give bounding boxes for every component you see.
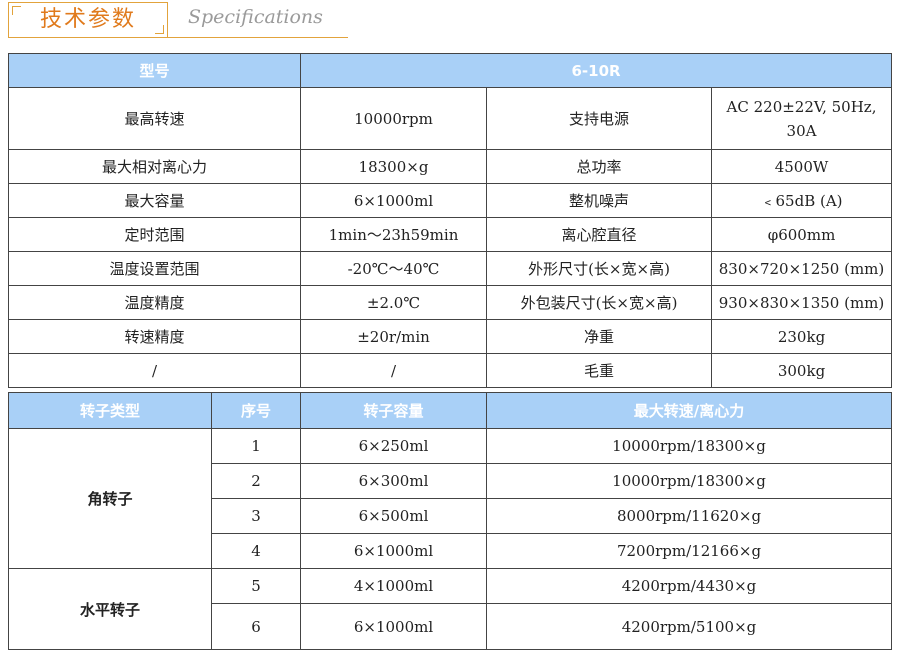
rotor-table: 转子类型 序号 转子容量 最大转速/离心力 角转子 1 6×250ml 1000… [8, 392, 892, 650]
col-header-max-speed: 最大转速/离心力 [486, 392, 892, 429]
rotor-capacity: 6×250ml [300, 428, 487, 464]
rotor-number: 5 [211, 568, 301, 604]
spec-row: 最大容量 6×1000ml 整机噪声 ﹤65dB (A) [8, 183, 893, 218]
rotor-row: 角转子 1 6×250ml 10000rpm/18300×g [8, 428, 892, 569]
section-subtitle: Specifications [188, 6, 323, 28]
model-row: 型号 6-10R [8, 53, 893, 88]
spec-label: 毛重 [486, 353, 712, 388]
spec-label: 温度设置范围 [8, 251, 301, 286]
spec-label: 最高转速 [8, 87, 301, 150]
rotor-number: 1 [211, 428, 301, 464]
spec-value: ±2.0℃ [300, 285, 487, 320]
spec-label: 定时范围 [8, 217, 301, 252]
spec-row: 转速精度 ±20r/min 净重 230kg [8, 319, 893, 354]
rotor-max-speed: 10000rpm/18300×g [486, 463, 892, 499]
spec-label: 最大容量 [8, 183, 301, 218]
spec-value: 4500W [710, 149, 893, 184]
section-title: 技术参数 [39, 7, 136, 32]
spec-row: 定时范围 1min～23h59min 离心腔直径 φ600mm [8, 217, 893, 252]
rotor-capacity: 4×1000ml [300, 568, 487, 604]
spec-label: 温度精度 [8, 285, 301, 320]
rotor-max-speed: 10000rpm/18300×g [486, 428, 892, 464]
rotor-capacity: 6×1000ml [300, 603, 487, 650]
spec-row: 最高转速 10000rpm 支持电源 AC 220±22V, 50Hz, 30A [8, 87, 893, 150]
col-header-capacity: 转子容量 [300, 392, 487, 429]
spec-label: 整机噪声 [486, 183, 712, 218]
spec-value: 830×720×1250 (mm) [710, 251, 893, 286]
rotor-max-speed: 7200rpm/12166×g [486, 533, 892, 569]
section-header: 技术参数 Specifications [8, 2, 348, 40]
spec-value: 10000rpm [300, 87, 487, 150]
rotor-row: 水平转子 5 4×1000ml 4200rpm/4430×g [8, 568, 892, 650]
spec-value: 1min～23h59min [300, 217, 487, 252]
rotor-max-speed: 8000rpm/11620×g [486, 498, 892, 534]
rotor-capacity: 6×500ml [300, 498, 487, 534]
model-label: 型号 [8, 53, 301, 88]
spec-value: φ600mm [710, 217, 893, 252]
spec-label: 最大相对离心力 [8, 149, 301, 184]
header-underline [168, 37, 348, 38]
spec-label: 离心腔直径 [486, 217, 712, 252]
spec-row: 温度设置范围 -20℃～40℃ 外形尺寸(长×宽×高) 830×720×1250… [8, 251, 893, 286]
rotor-number: 6 [211, 603, 301, 650]
spec-label: 外形尺寸(长×宽×高) [486, 251, 712, 286]
spec-value: 930×830×1350 (mm) [710, 285, 893, 320]
model-value: 6-10R [299, 53, 893, 88]
spec-value: 300kg [710, 353, 893, 388]
spec-value: AC 220±22V, 50Hz, 30A [710, 87, 893, 150]
rotor-number: 2 [211, 463, 301, 499]
spec-label: 外包装尺寸(长×宽×高) [486, 285, 712, 320]
spec-value: 18300×g [300, 149, 487, 184]
specifications-table: 型号 6-10R 最高转速 10000rpm 支持电源 AC 220±22V, … [8, 53, 893, 388]
spec-value: ±20r/min [300, 319, 487, 354]
col-header-number: 序号 [211, 392, 301, 429]
rotor-number: 4 [211, 533, 301, 569]
spec-label: 净重 [486, 319, 712, 354]
spec-row: / / 毛重 300kg [8, 353, 893, 388]
spec-label: 支持电源 [486, 87, 712, 150]
rotor-type-angle: 角转子 [8, 428, 212, 569]
spec-value: -20℃～40℃ [300, 251, 487, 286]
col-header-rotor-type: 转子类型 [8, 392, 212, 429]
rotor-header-row: 转子类型 序号 转子容量 最大转速/离心力 [8, 392, 892, 429]
spec-value: / [300, 353, 487, 388]
rotor-max-speed: 4200rpm/4430×g [486, 568, 892, 604]
rotor-capacity: 6×1000ml [300, 533, 487, 569]
spec-value: 6×1000ml [300, 183, 487, 218]
spec-row: 温度精度 ±2.0℃ 外包装尺寸(长×宽×高) 930×830×1350 (mm… [8, 285, 893, 320]
spec-row: 最大相对离心力 18300×g 总功率 4500W [8, 149, 893, 184]
spec-label: 总功率 [486, 149, 712, 184]
rotor-type-horizontal: 水平转子 [8, 568, 212, 650]
rotor-max-speed: 4200rpm/5100×g [486, 603, 892, 650]
spec-label: 转速精度 [8, 319, 301, 354]
spec-label: / [8, 353, 301, 388]
spec-value: ﹤65dB (A) [710, 183, 893, 218]
spec-value: 230kg [710, 319, 893, 354]
rotor-capacity: 6×300ml [300, 463, 487, 499]
rotor-number: 3 [211, 498, 301, 534]
